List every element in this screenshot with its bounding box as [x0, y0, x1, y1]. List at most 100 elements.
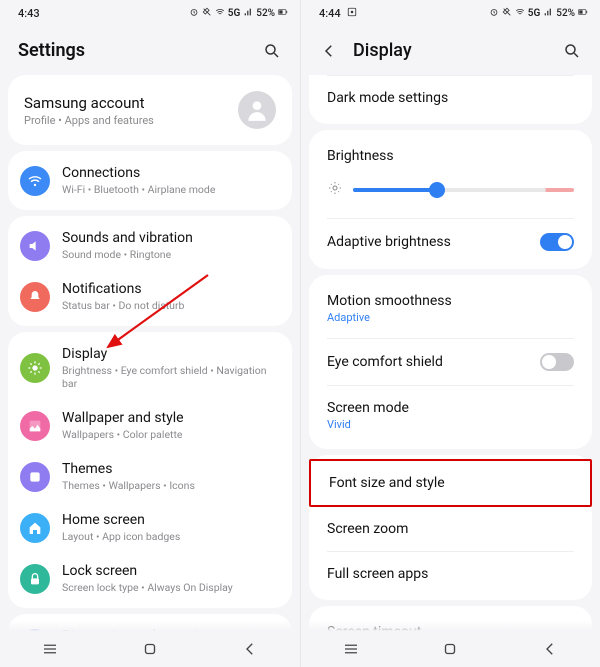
display-card: Screen timeout2 minutes — [309, 606, 592, 631]
screenshot-icon — [347, 7, 357, 20]
nav-recents[interactable] — [331, 640, 371, 658]
setting-row-dark-mode-settings[interactable]: Dark mode settings — [309, 76, 592, 120]
alarm-icon — [489, 7, 499, 20]
row-sublabel: Adaptive — [327, 311, 452, 324]
setting-row-eye-comfort-shield[interactable]: Eye comfort shield — [309, 339, 592, 385]
header: Display — [301, 22, 600, 75]
row-label: Full screen apps — [327, 566, 428, 582]
row-title: Connections — [62, 165, 215, 181]
themes-icon — [20, 462, 50, 492]
settings-card: ConnectionsWi-Fi • Bluetooth • Airplane … — [8, 151, 292, 210]
header: Settings — [0, 22, 300, 75]
search-button[interactable] — [262, 41, 282, 61]
nav-bar — [0, 631, 300, 667]
signal-icon — [543, 7, 553, 20]
display-card: Font size and style Screen zoom Full scree… — [309, 455, 592, 600]
settings-row-notifications[interactable]: NotificationsStatus bar • Do not disturb — [8, 271, 292, 322]
settings-row-themes[interactable]: ThemesThemes • Wallpapers • Icons — [8, 451, 292, 502]
row-label: Motion smoothness — [327, 293, 452, 309]
wifi-icon — [20, 166, 50, 196]
row-sublabel: Vivid — [327, 418, 409, 431]
battery-pct: 52% — [256, 8, 275, 19]
status-indicators: 5G 52% — [189, 7, 288, 20]
phone-left: 4:43 5G 52% — [0, 0, 300, 667]
display-card: Dark mode settings — [309, 75, 592, 124]
network-label: 5G — [528, 8, 541, 19]
row-label: Screen zoom — [327, 521, 408, 537]
battery-icon — [578, 7, 588, 20]
row-title: Sounds and vibration — [62, 230, 193, 246]
nav-recents[interactable] — [30, 640, 70, 658]
setting-row-adaptive-brightness[interactable]: Adaptive brightness — [309, 219, 592, 265]
row-title: Home screen — [62, 512, 180, 528]
status-time: 4:44 — [319, 7, 341, 20]
bell-icon — [20, 282, 50, 312]
row-title: Lock screen — [62, 563, 233, 579]
setting-row-screen-zoom[interactable]: Screen zoom — [309, 507, 592, 551]
account-subtitle: Profile • Apps and features — [24, 114, 154, 127]
vibrate-icon — [502, 7, 512, 20]
toggle-adaptive-brightness[interactable] — [540, 233, 574, 251]
row-title: Wallpaper and style — [62, 410, 184, 426]
wifi-icon — [215, 7, 225, 20]
nav-back[interactable] — [230, 640, 270, 658]
status-indicators: 5G 52% — [489, 7, 588, 20]
settings-row-display[interactable]: DisplayBrightness • Eye comfort shield •… — [8, 336, 292, 400]
brightness-label: Brightness — [327, 148, 574, 164]
search-button[interactable] — [562, 41, 582, 61]
setting-row-full-screen-apps[interactable]: Full screen apps — [309, 552, 592, 596]
settings-row-connections[interactable]: ConnectionsWi-Fi • Bluetooth • Airplane … — [8, 155, 292, 206]
row-subtitle: Themes • Wallpapers • Icons — [62, 479, 195, 492]
display-icon — [20, 353, 50, 383]
signal-icon — [243, 7, 253, 20]
settings-row-wallpaper-and-style[interactable]: Wallpaper and styleWallpapers • Color pa… — [8, 400, 292, 451]
display-scroll[interactable]: Dark mode settings Brightness Adaptive bri… — [301, 75, 600, 631]
row-label: Adaptive brightness — [327, 234, 451, 250]
settings-row-lock-screen[interactable]: Lock screen Screen lock type • Always On … — [8, 553, 292, 604]
nav-bar — [301, 631, 600, 667]
setting-row-screen-timeout[interactable]: Screen timeout2 minutes — [309, 610, 592, 631]
battery-icon — [278, 7, 288, 20]
setting-row-motion-smoothness[interactable]: Motion smoothness Adaptive — [309, 279, 592, 338]
brightness-slider[interactable] — [353, 188, 574, 192]
nav-home[interactable] — [430, 640, 470, 658]
search-icon — [563, 42, 581, 60]
nav-back[interactable] — [530, 640, 570, 658]
avatar — [238, 91, 276, 129]
back-button[interactable] — [319, 41, 339, 61]
wifi-icon — [515, 7, 525, 20]
vibrate-icon — [202, 7, 212, 20]
wallpaper-icon — [20, 411, 50, 441]
row-label: Screen mode — [327, 400, 409, 416]
page-title: Settings — [18, 40, 85, 61]
settings-card: Sounds and vibration Sound mode • Rington… — [8, 216, 292, 326]
page-title: Display — [353, 40, 412, 61]
account-title: Samsung account — [24, 94, 154, 112]
row-label: Dark mode settings — [327, 90, 448, 106]
settings-row-sounds-and-vibration[interactable]: Sounds and vibration Sound mode • Rington… — [8, 220, 292, 271]
nav-home[interactable] — [130, 640, 170, 658]
row-subtitle: Sound mode • Ringtone — [62, 248, 193, 261]
setting-row-font-size-and-style[interactable]: Font size and style — [309, 459, 592, 507]
status-bar: 4:44 5G 52% — [301, 0, 600, 22]
row-subtitle: Layout • App icon badges — [62, 530, 180, 543]
row-subtitle: Screen lock type • Always On Display — [62, 581, 233, 594]
row-label: Eye comfort shield — [327, 354, 443, 370]
row-subtitle: Brightness • Eye comfort shield • Naviga… — [62, 364, 280, 390]
status-bar: 4:43 5G 52% — [0, 0, 300, 22]
settings-scroll[interactable]: Samsung account Profile • Apps and featu… — [0, 75, 300, 631]
settings-card: Biometrics and securityFace recognition … — [8, 614, 292, 631]
toggle-eye-comfort-shield[interactable] — [540, 353, 574, 371]
setting-row-screen-mode[interactable]: Screen mode Vivid — [309, 386, 592, 445]
settings-row-home-screen[interactable]: Home screen Layout • App icon badges — [8, 502, 292, 553]
samsung-account-row[interactable]: Samsung account Profile • Apps and featu… — [8, 79, 292, 141]
search-icon — [263, 42, 281, 60]
status-time-wrap: 4:44 — [319, 7, 357, 20]
row-label: Screen timeout — [327, 624, 421, 631]
row-subtitle: Status bar • Do not disturb — [62, 299, 184, 312]
settings-row-biometrics-and-security[interactable]: Biometrics and securityFace recognition … — [8, 618, 292, 631]
chevron-left-icon — [320, 42, 338, 60]
display-card: Brightness Adaptive brightness — [309, 130, 592, 269]
status-time: 4:43 — [18, 7, 40, 20]
sound-icon — [20, 231, 50, 261]
